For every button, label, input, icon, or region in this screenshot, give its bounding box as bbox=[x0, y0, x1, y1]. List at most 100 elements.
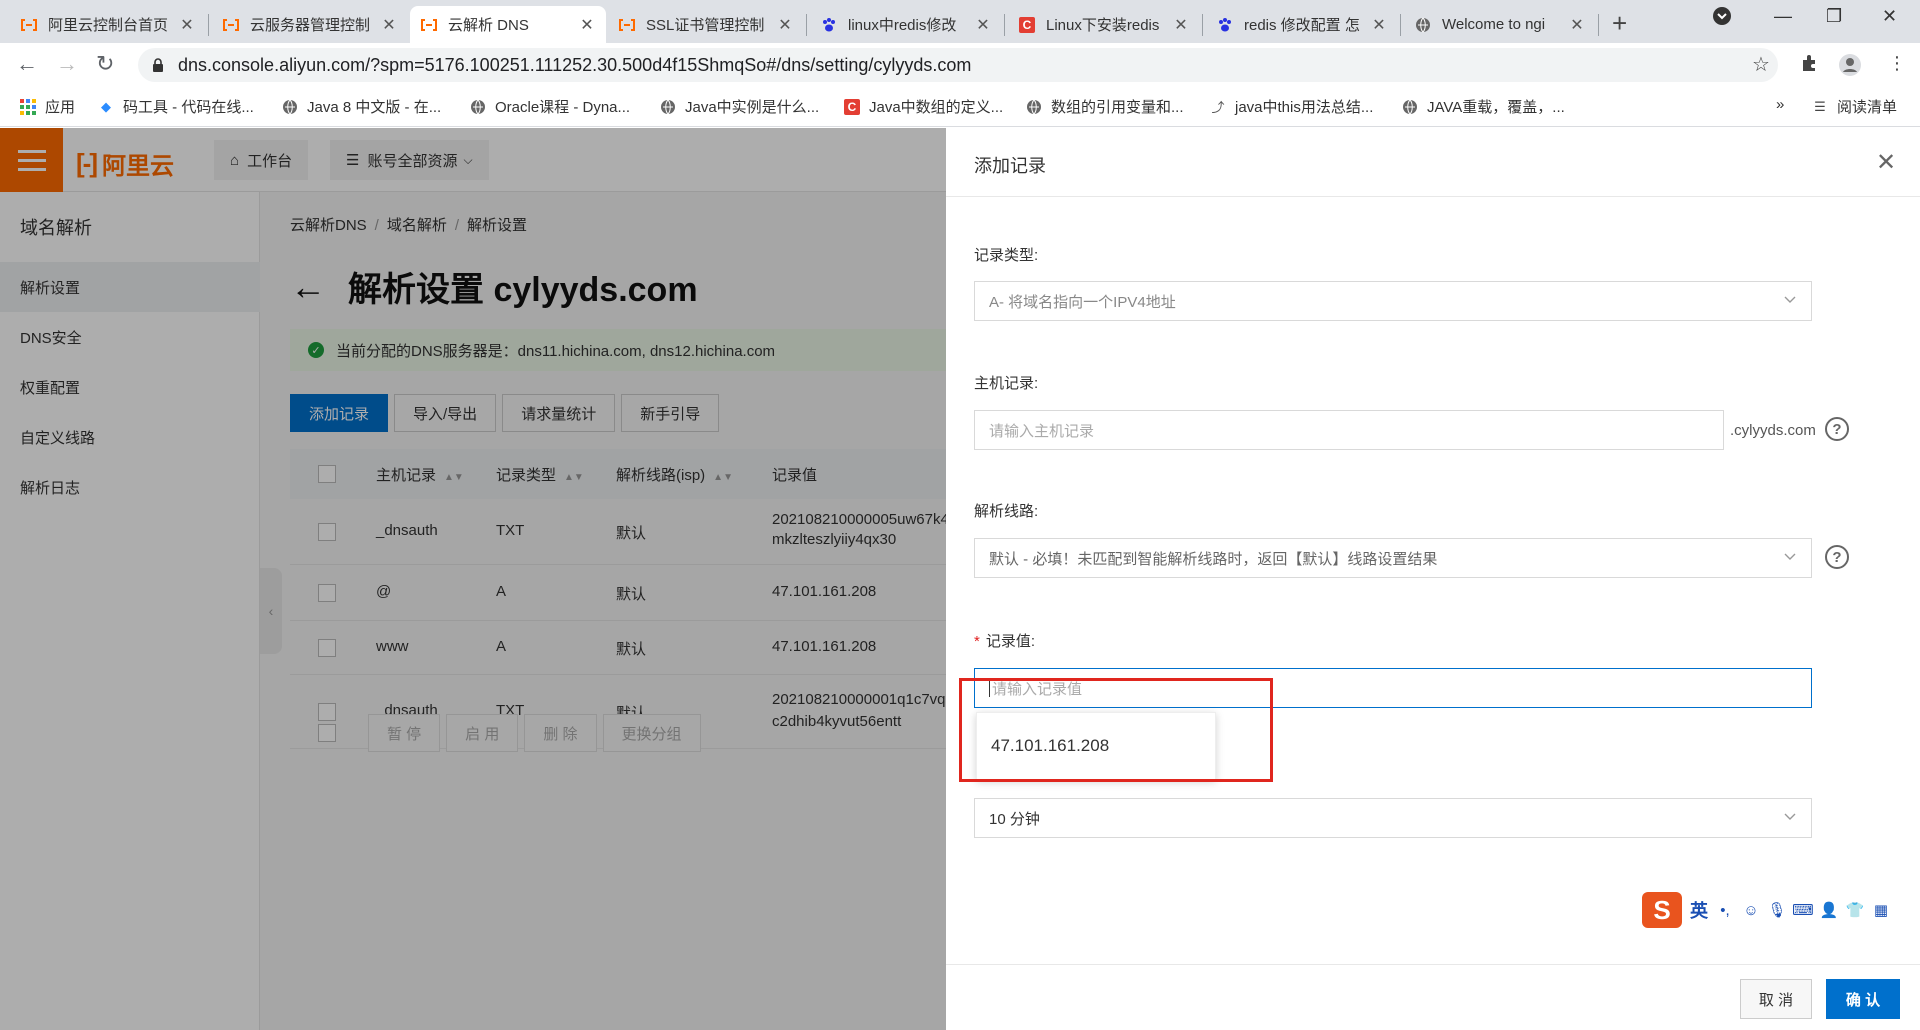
aliyun-icon bbox=[222, 16, 240, 34]
close-icon[interactable]: ✕ bbox=[380, 15, 398, 35]
tab-baidu-redis[interactable]: linux中redis修改 ✕ bbox=[810, 6, 1002, 43]
close-icon[interactable]: ✕ bbox=[1568, 15, 1586, 35]
minimize-icon[interactable]: — bbox=[1774, 6, 1792, 27]
chevron-down-icon bbox=[1784, 553, 1796, 560]
tab-divider bbox=[1598, 14, 1599, 36]
reload-icon[interactable]: ↻ bbox=[96, 51, 114, 77]
emoji-icon[interactable]: ☺ bbox=[1742, 901, 1760, 919]
confirm-button[interactable]: 确 认 bbox=[1826, 979, 1900, 1019]
value-label: * 记录值: bbox=[974, 633, 1036, 650]
window-close-icon[interactable]: ✕ bbox=[1882, 6, 1897, 27]
sogou-logo-icon: S bbox=[1642, 892, 1682, 928]
microphone-icon[interactable]: 🎙 bbox=[1767, 901, 1786, 919]
diamond-icon: ◆ bbox=[101, 98, 111, 114]
drawer-footer: 取 消 确 认 bbox=[946, 964, 1920, 1030]
grid-menu-icon[interactable]: ▦ bbox=[1872, 901, 1890, 919]
record-type-select[interactable]: A- 将域名指向一个IPV4地址 bbox=[974, 281, 1812, 321]
tab-dns[interactable]: 云解析 DNS ✕ bbox=[410, 6, 606, 43]
skin-shirt-icon[interactable]: 👕 bbox=[1846, 901, 1865, 919]
reading-list[interactable]: ☰ 阅读清单 bbox=[1812, 96, 1897, 117]
csdn-icon: C bbox=[844, 98, 860, 115]
tab-divider bbox=[1004, 14, 1005, 36]
globe-icon bbox=[1026, 99, 1042, 115]
required-mark: * bbox=[974, 633, 980, 650]
bookmarks-overflow[interactable]: » bbox=[1776, 96, 1784, 113]
profile-avatar-icon[interactable] bbox=[1838, 53, 1862, 82]
help-icon[interactable]: ? bbox=[1825, 545, 1849, 569]
host-input[interactable]: 请输入主机记录 bbox=[974, 410, 1724, 450]
tab-aliyun-home[interactable]: 阿里云控制台首页 ✕ bbox=[10, 6, 206, 43]
extensions-icon[interactable] bbox=[1800, 53, 1820, 78]
reading-list-icon: ☰ bbox=[1814, 98, 1826, 114]
drawer-header: 添加记录 ✕ bbox=[946, 128, 1920, 197]
address-bar-row: ← → ↻ dns.console.aliyun.com/?spm=5176.1… bbox=[0, 43, 1920, 87]
globe-icon bbox=[282, 99, 298, 115]
close-icon[interactable]: ✕ bbox=[1172, 15, 1190, 35]
apps-grid-icon bbox=[20, 98, 36, 115]
tab-baidu-redis-config[interactable]: redis 修改配置 怎 ✕ bbox=[1206, 6, 1398, 43]
bookmarks-bar: 应用 ◆ 码工具 - 代码在线... Java 8 中文版 - 在... Ora… bbox=[0, 87, 1920, 127]
tab-divider bbox=[1202, 14, 1203, 36]
feather-icon: ⤴ bbox=[1211, 100, 1225, 115]
bookmark-java-this[interactable]: ⤴ java中this用法总结... bbox=[1210, 96, 1373, 117]
bookmark-array-ref[interactable]: 数组的引用变量和... bbox=[1026, 96, 1184, 117]
close-icon[interactable]: ✕ bbox=[1370, 15, 1388, 35]
tab-ssl[interactable]: SSL证书管理控制 ✕ bbox=[608, 6, 804, 43]
chevron-down-icon bbox=[1784, 296, 1796, 303]
close-icon[interactable]: ✕ bbox=[776, 15, 794, 35]
cancel-button[interactable]: 取 消 bbox=[1740, 979, 1812, 1019]
tab-divider bbox=[1400, 14, 1401, 36]
bookmark-star-icon[interactable]: ☆ bbox=[1752, 52, 1770, 77]
ime-language-toggle[interactable]: 英 bbox=[1690, 897, 1708, 923]
ttl-select[interactable]: 10 分钟 bbox=[974, 798, 1812, 838]
host-suffix: .cylyyds.com bbox=[1730, 422, 1816, 439]
close-icon[interactable]: ✕ bbox=[1876, 148, 1896, 177]
ime-toolbar[interactable]: S 英 •, ☺ 🎙 ⌨ 👤 👕 ▦ bbox=[1638, 890, 1920, 930]
drawer-title: 添加记录 bbox=[974, 156, 1046, 176]
csdn-icon: C bbox=[1018, 16, 1036, 34]
baidu-icon bbox=[1216, 16, 1234, 34]
tab-ecs[interactable]: 云服务器管理控制 ✕ bbox=[212, 6, 408, 43]
tab-csdn[interactable]: C Linux下安装redis ✕ bbox=[1008, 6, 1200, 43]
user-icon[interactable]: 👤 bbox=[1820, 901, 1839, 919]
bookmark-java-instance[interactable]: Java中实例是什么... bbox=[660, 96, 819, 117]
globe-icon bbox=[1402, 99, 1418, 115]
modal-overlay[interactable] bbox=[0, 128, 946, 1030]
punctuation-toggle[interactable]: •, bbox=[1716, 901, 1734, 919]
highlight-annotation bbox=[959, 678, 1273, 782]
bookmark-java-overload[interactable]: JAVA重载，覆盖，... bbox=[1402, 96, 1565, 117]
bookmark-java8[interactable]: Java 8 中文版 - 在... bbox=[282, 96, 441, 117]
forward-arrow-icon[interactable]: → bbox=[56, 51, 78, 77]
tab-nginx[interactable]: Welcome to ngi ✕ bbox=[1404, 6, 1596, 43]
chevron-down-icon bbox=[1784, 813, 1796, 820]
close-icon[interactable]: ✕ bbox=[578, 15, 596, 35]
tab-search-icon[interactable] bbox=[1712, 6, 1732, 31]
help-icon[interactable]: ? bbox=[1825, 417, 1849, 441]
aliyun-icon bbox=[20, 16, 38, 34]
record-type-label: 记录类型: bbox=[974, 247, 1039, 264]
bookmark-apps[interactable]: 应用 bbox=[20, 96, 75, 117]
line-select[interactable]: 默认 - 必填！未匹配到智能解析线路时，返回【默认】线路设置结果 bbox=[974, 538, 1812, 578]
close-icon[interactable]: ✕ bbox=[178, 15, 196, 35]
bookmark-oracle[interactable]: Oracle课程 - Dyna... bbox=[470, 96, 630, 117]
line-label: 解析线路: bbox=[974, 503, 1039, 520]
aliyun-icon bbox=[618, 16, 636, 34]
bookmark-java-array[interactable]: C Java中数组的定义... bbox=[844, 96, 1003, 117]
tab-divider bbox=[806, 14, 807, 36]
tab-divider bbox=[208, 14, 209, 36]
baidu-icon bbox=[820, 16, 838, 34]
host-label: 主机记录: bbox=[974, 375, 1039, 392]
browser-tab-bar: 阿里云控制台首页 ✕ 云服务器管理控制 ✕ 云解析 DNS ✕ SSL证书管理控… bbox=[0, 0, 1920, 43]
keyboard-icon[interactable]: ⌨ bbox=[1792, 901, 1814, 919]
aliyun-icon bbox=[420, 16, 438, 34]
new-tab-button[interactable]: + bbox=[1612, 8, 1627, 39]
back-arrow-icon[interactable]: ← bbox=[16, 51, 38, 77]
menu-kebab-icon[interactable]: ⋮ bbox=[1888, 53, 1906, 74]
close-icon[interactable]: ✕ bbox=[974, 15, 992, 35]
bookmark-codetool[interactable]: ◆ 码工具 - 代码在线... bbox=[98, 96, 254, 117]
url-bar[interactable]: dns.console.aliyun.com/?spm=5176.100251.… bbox=[138, 48, 1778, 82]
globe-icon bbox=[1414, 16, 1432, 34]
globe-icon bbox=[470, 99, 486, 115]
restore-icon[interactable]: ❐ bbox=[1826, 6, 1842, 27]
lock-icon bbox=[153, 58, 163, 72]
